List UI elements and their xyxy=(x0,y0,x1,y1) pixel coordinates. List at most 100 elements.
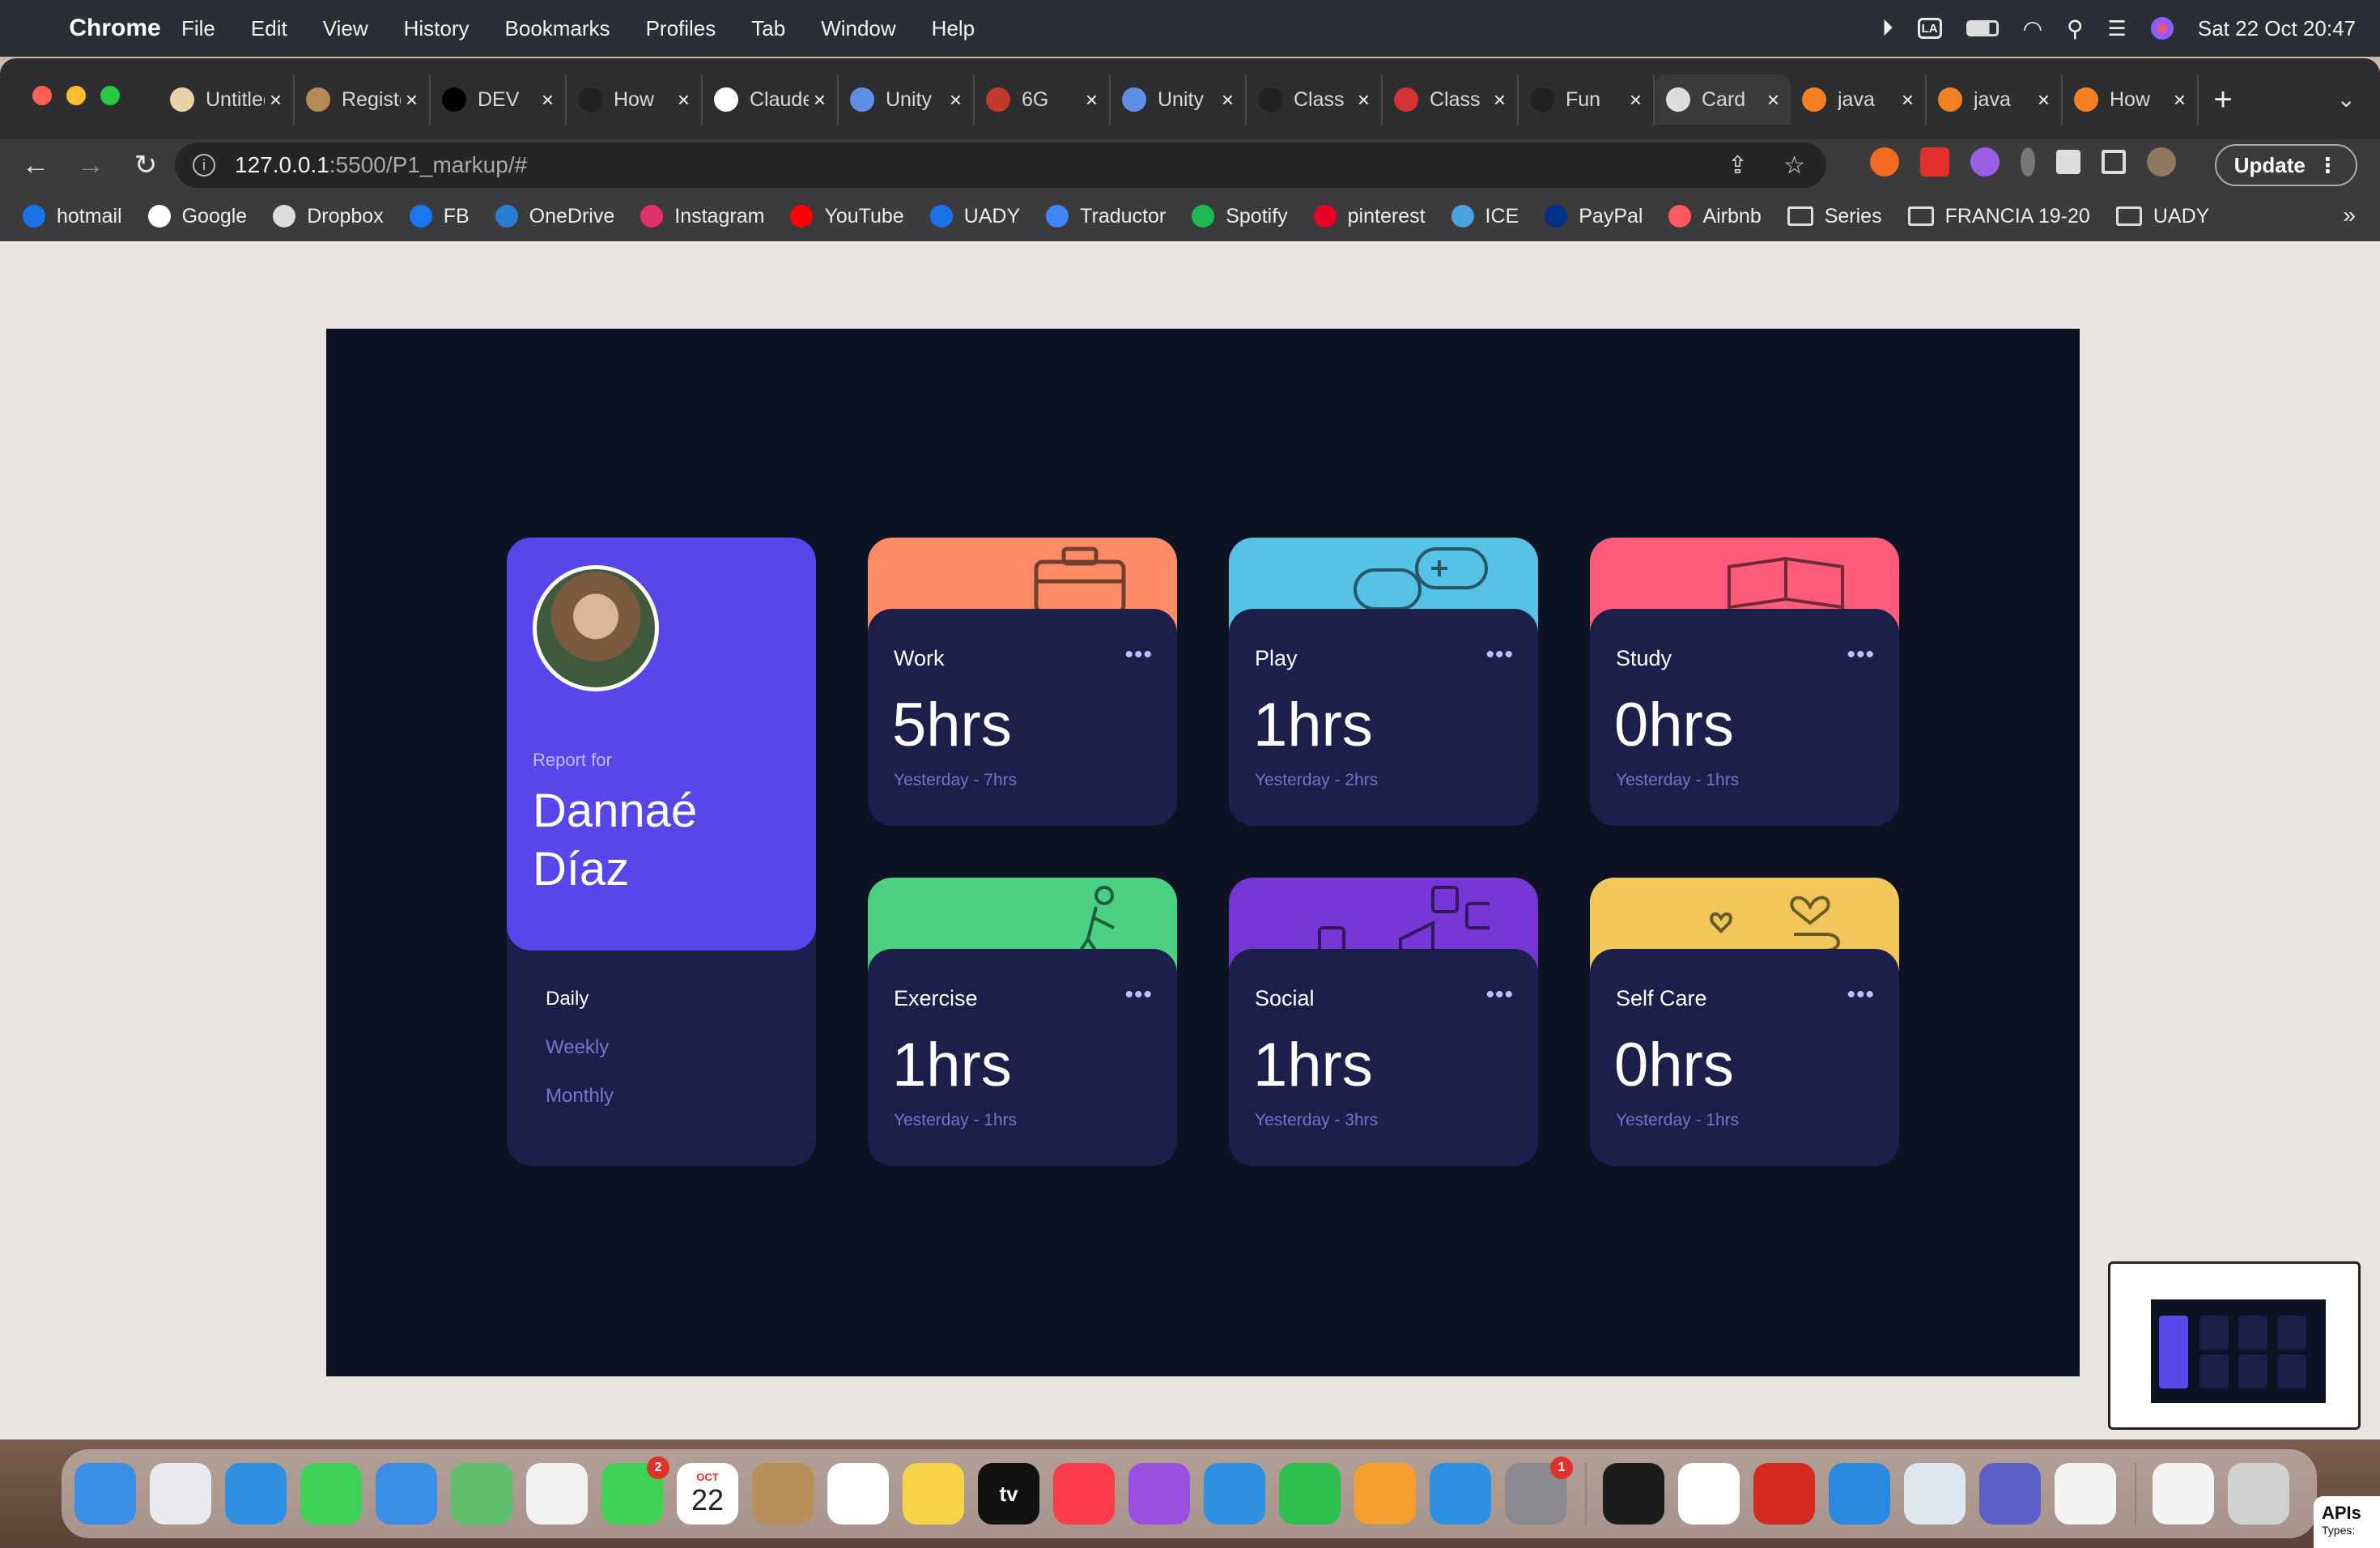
bookmark-item[interactable]: Traductor xyxy=(1046,205,1166,228)
dock-app-reminders[interactable] xyxy=(827,1463,889,1525)
menu-tab[interactable]: Tab xyxy=(751,16,785,41)
dock-app-calendar[interactable]: OCT 22 xyxy=(677,1463,738,1525)
tab[interactable]: Fun × xyxy=(1519,74,1655,125)
site-info-icon[interactable]: i xyxy=(193,154,215,176)
bookmark-item[interactable]: UADY xyxy=(2115,205,2209,228)
bookmarks-overflow-icon[interactable]: » xyxy=(2343,202,2356,228)
tab[interactable]: How × xyxy=(2063,74,2199,125)
dock-app-tv[interactable]: tv xyxy=(978,1463,1039,1525)
extension-purple-icon[interactable] xyxy=(1970,147,2000,176)
bookmark-item[interactable]: Series xyxy=(1787,205,1882,228)
close-tab-icon[interactable]: × xyxy=(814,87,826,113)
tab[interactable]: Register× xyxy=(295,74,431,125)
period-monthly[interactable]: Monthly xyxy=(546,1085,614,1108)
bookmark-item[interactable]: ICE xyxy=(1451,205,1519,228)
close-tab-icon[interactable]: × xyxy=(270,87,282,113)
activity-card-study[interactable]: Study ••• 0hrs Yesterday - 1hrs xyxy=(1590,538,1899,826)
dock-app-acrobat[interactable] xyxy=(1753,1463,1815,1525)
bookmark-item[interactable]: OneDrive xyxy=(495,205,614,228)
back-arrow-icon[interactable]: ← xyxy=(8,150,63,181)
bookmark-item[interactable]: FB xyxy=(409,205,470,228)
dock-app-facetime[interactable]: 2 xyxy=(601,1457,669,1525)
app-menu-chrome[interactable]: Chrome xyxy=(69,0,160,59)
menu-profiles[interactable]: Profiles xyxy=(646,16,716,41)
bookmark-item[interactable]: UADY xyxy=(929,205,1020,228)
dock-app-chrome[interactable] xyxy=(1678,1463,1740,1525)
extension-gray-icon[interactable] xyxy=(2021,147,2035,176)
dock-app-mail[interactable] xyxy=(376,1463,437,1525)
menu-file[interactable]: File xyxy=(181,16,215,41)
update-button[interactable]: Update ⋮ xyxy=(2215,144,2357,186)
dock-app-keynote[interactable] xyxy=(1204,1463,1265,1525)
close-tab-icon[interactable]: × xyxy=(406,87,418,113)
reload-icon[interactable]: ↻ xyxy=(118,149,173,181)
menu-view[interactable]: View xyxy=(323,16,368,41)
dock-app-app-store[interactable] xyxy=(1430,1463,1491,1525)
bookmark-star-icon[interactable]: ☆ xyxy=(1783,151,1805,180)
bookmark-item[interactable]: hotmail xyxy=(23,205,122,228)
more-options-icon[interactable]: ••• xyxy=(1485,981,1514,1009)
tab[interactable]: Unity × xyxy=(1111,74,1247,125)
more-options-icon[interactable]: ••• xyxy=(1124,981,1153,1009)
close-tab-icon[interactable]: × xyxy=(2038,87,2050,113)
extensions-puzzle-icon[interactable] xyxy=(2056,150,2080,174)
more-options-icon[interactable]: ••• xyxy=(1847,641,1875,669)
battery-icon[interactable] xyxy=(1966,20,1999,36)
bookmark-item[interactable]: Google xyxy=(147,205,247,228)
forward-arrow-icon[interactable]: → xyxy=(63,150,118,181)
dock-app-launchpad[interactable] xyxy=(150,1463,211,1525)
search-icon[interactable]: ⚲ xyxy=(2067,15,2084,42)
activity-card-self-care[interactable]: Self Care ••• 0hrs Yesterday - 1hrs xyxy=(1590,878,1899,1166)
zoom-window-button[interactable] xyxy=(100,86,120,105)
address-bar[interactable]: i 127.0.0.1:5500/P1_markup/# ⇪ ☆ xyxy=(175,142,1826,188)
dock-app-documents[interactable] xyxy=(2153,1463,2214,1525)
close-tab-icon[interactable]: × xyxy=(2174,87,2186,113)
dock-app-music[interactable] xyxy=(1053,1463,1115,1525)
dock-app-photos[interactable] xyxy=(526,1463,588,1525)
close-tab-icon[interactable]: × xyxy=(1902,87,1914,113)
menu-edit[interactable]: Edit xyxy=(251,16,287,41)
close-tab-icon[interactable]: × xyxy=(1767,87,1779,113)
minimize-window-button[interactable] xyxy=(66,86,86,105)
share-icon[interactable]: ⇪ xyxy=(1728,151,1748,180)
close-tab-icon[interactable]: × xyxy=(542,87,554,113)
tab[interactable]: DEV × xyxy=(431,74,567,125)
tab-active[interactable]: Card × xyxy=(1655,74,1791,125)
activity-card-social[interactable]: Social ••• 1hrs Yesterday - 3hrs xyxy=(1229,878,1538,1166)
dock-app-pages[interactable] xyxy=(1354,1463,1416,1525)
activity-card-exercise[interactable]: Exercise ••• 1hrs Yesterday - 1hrs xyxy=(868,878,1177,1166)
more-options-icon[interactable]: ••• xyxy=(1124,641,1153,669)
close-tab-icon[interactable]: × xyxy=(1358,87,1370,113)
close-tab-icon[interactable]: × xyxy=(950,87,962,113)
menu-bookmarks[interactable]: Bookmarks xyxy=(505,16,610,41)
tab[interactable]: Claude × xyxy=(703,74,839,125)
bookmark-item[interactable]: Instagram xyxy=(640,205,764,228)
dock-app-contacts[interactable] xyxy=(752,1463,814,1525)
period-weekly[interactable]: Weekly xyxy=(546,1036,609,1059)
menu-help[interactable]: Help xyxy=(932,16,975,41)
siri-icon[interactable] xyxy=(2150,17,2174,40)
dock-app-system-preferences[interactable]: 1 xyxy=(1505,1457,1573,1525)
dock-app-textedit[interactable] xyxy=(2055,1463,2116,1525)
tab-search-chevron-icon[interactable]: ⌄ xyxy=(2337,86,2356,113)
screenshot-thumbnail[interactable] xyxy=(2108,1261,2361,1430)
menu-history[interactable]: History xyxy=(404,16,470,41)
dock-app-notes[interactable] xyxy=(903,1463,964,1525)
bookmark-item[interactable]: pinterest xyxy=(1313,205,1426,228)
tab[interactable]: How × xyxy=(567,74,703,125)
extension-tp-icon[interactable] xyxy=(1920,147,1949,176)
tab[interactable]: java × xyxy=(1927,74,2063,125)
tab[interactable]: Class × xyxy=(1383,74,1519,125)
tab[interactable]: Untitled× xyxy=(159,74,295,125)
extension-fox-icon[interactable] xyxy=(1870,147,1899,176)
bookmark-item[interactable]: PayPal xyxy=(1545,205,1643,228)
new-tab-plus-icon[interactable]: + xyxy=(2199,74,2247,125)
activity-card-play[interactable]: Play ••• 1hrs Yesterday - 2hrs xyxy=(1229,538,1538,826)
bookmark-item[interactable]: YouTube xyxy=(790,205,904,228)
close-tab-icon[interactable]: × xyxy=(1222,87,1234,113)
dock-app-trash[interactable] xyxy=(2228,1463,2289,1525)
keyboard-layout-icon[interactable]: LA xyxy=(1917,18,1942,39)
bookmark-item[interactable]: FRANCIA 19-20 xyxy=(1907,205,2090,228)
bookmark-item[interactable]: Spotify xyxy=(1192,205,1288,228)
dock-app-messages[interactable] xyxy=(300,1463,362,1525)
